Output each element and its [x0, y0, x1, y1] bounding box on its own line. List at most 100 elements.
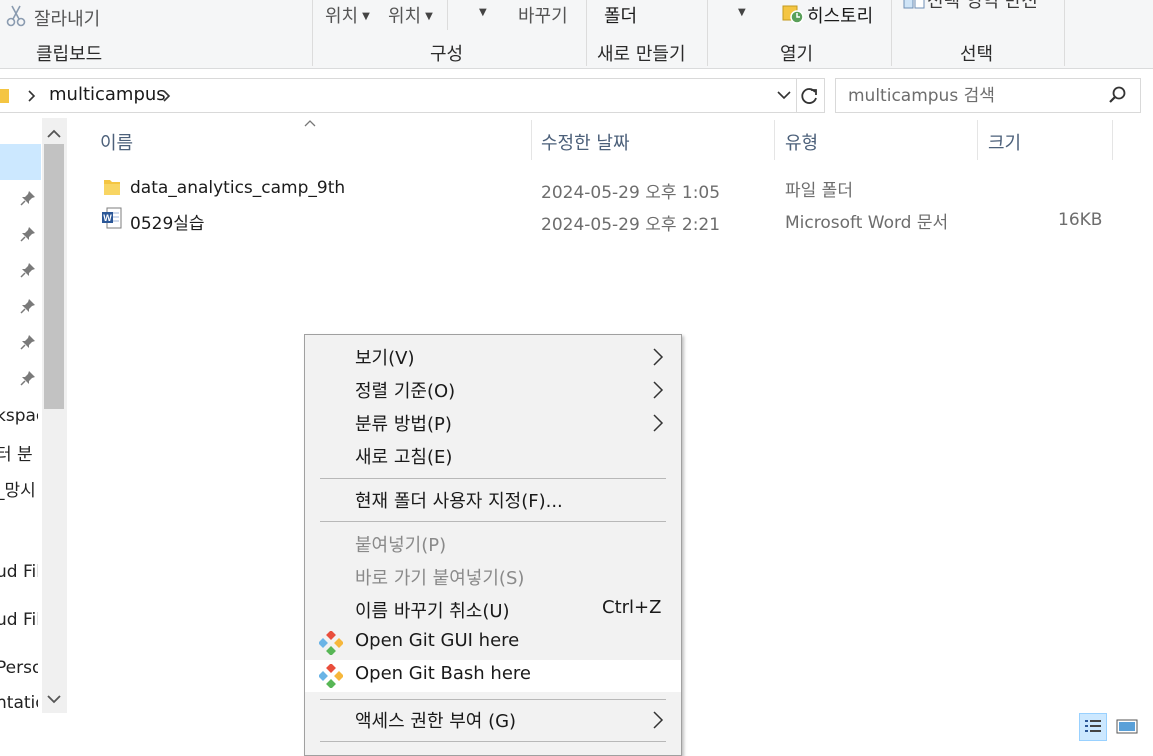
column-header-size[interactable]: 크기: [988, 129, 1021, 155]
menu-item-undo-rename[interactable]: 이름 바꾸기 취소(U) Ctrl+Z: [305, 594, 681, 626]
file-type: Microsoft Word 문서: [785, 213, 949, 233]
nav-item[interactable]: _망시: [0, 476, 38, 501]
table-row[interactable]: W 0529실습 2024-05-29 오후 2:21 Microsoft Wo…: [95, 205, 1115, 235]
caret-down-icon: ▼: [479, 7, 487, 18]
menu-item-label: 분류 방법(P): [355, 414, 452, 435]
group-open-label: 열기: [780, 44, 814, 65]
ribbon-divider: [312, 0, 313, 66]
search-input[interactable]: [846, 83, 1105, 109]
menu-separator: [320, 699, 666, 700]
pin-icon[interactable]: [20, 334, 36, 350]
group-organize-label: 구성: [430, 44, 464, 65]
column-header-name[interactable]: 이름: [100, 129, 133, 155]
file-type: 파일 폴더: [785, 181, 853, 201]
delete-dropdown[interactable]: ▼: [475, 2, 487, 23]
ribbon-divider: [586, 0, 587, 66]
history-icon[interactable]: [782, 2, 804, 24]
scroll-up-icon[interactable]: [46, 128, 62, 140]
scroll-down-icon[interactable]: [46, 693, 62, 705]
nav-selected-item[interactable]: [0, 144, 41, 180]
menu-item-group-by[interactable]: 분류 방법(P): [305, 407, 681, 439]
column-divider[interactable]: [774, 120, 775, 160]
menu-item-paste-shortcut[interactable]: 바로 가기 붙여넣기(S): [305, 561, 681, 593]
pin-icon[interactable]: [20, 226, 36, 242]
scissors-icon[interactable]: [6, 4, 26, 28]
chevron-right-icon: [653, 381, 664, 399]
caret-down-icon: ▼: [425, 11, 433, 22]
open-dropdown[interactable]: ▼: [734, 2, 746, 23]
pin-icon[interactable]: [20, 370, 36, 386]
copy-to-button[interactable]: 위치 ▼: [388, 2, 433, 28]
refresh-icon[interactable]: [800, 86, 820, 106]
menu-item-paste[interactable]: 붙여넣기(P): [305, 528, 681, 560]
chevron-right-icon: [653, 348, 664, 366]
move-to-button[interactable]: 위치 ▼: [325, 2, 370, 28]
menu-item-refresh[interactable]: 새로 고침(E): [305, 440, 681, 472]
new-folder-button[interactable]: 폴더: [604, 2, 637, 28]
menu-item-sort[interactable]: 정렬 기준(O): [305, 374, 681, 406]
nav-item[interactable]: Person: [0, 658, 38, 678]
menu-item-label: 보기(V): [355, 348, 415, 369]
navigation-pane: kspac 터 분 _망시 ud File ud File Person nta…: [0, 118, 67, 713]
address-bar[interactable]: multicampus: [0, 78, 825, 113]
chevron-right-icon[interactable]: [162, 89, 172, 103]
address-divider: [796, 79, 797, 112]
search-icon[interactable]: [1108, 85, 1128, 105]
ribbon-divider: [891, 0, 892, 66]
file-modified: 2024-05-29 오후 2:21: [541, 215, 721, 235]
file-modified: 2024-05-29 오후 1:05: [541, 183, 721, 203]
svg-text:W: W: [103, 213, 112, 223]
nav-item[interactable]: ud File: [0, 562, 38, 582]
chevron-down-icon[interactable]: [776, 88, 792, 102]
git-gui-icon: [319, 631, 343, 655]
menu-separator: [320, 521, 666, 522]
pin-icon[interactable]: [20, 298, 36, 314]
history-button[interactable]: 히스토리: [807, 2, 873, 28]
column-divider[interactable]: [1112, 120, 1113, 160]
copy-to-label: 위치: [388, 6, 422, 27]
large-icons-view-icon: [1116, 719, 1138, 734]
menu-item-git-bash[interactable]: Open Git Bash here: [305, 660, 681, 692]
menu-item-label: 이름 바꾸기 취소(U): [355, 601, 510, 622]
ribbon: 잘라내기 클립보드 위치 ▼ 위치 ▼ ▼ 바꾸기 구성 폴더 새로 만들기 ▼ 히…: [0, 0, 1153, 69]
pin-icon[interactable]: [20, 190, 36, 206]
nav-item[interactable]: ud File: [0, 610, 38, 630]
menu-item-label: Open Git GUI here: [355, 630, 520, 651]
details-view-icon: [1085, 720, 1101, 732]
large-icons-view-button[interactable]: [1114, 713, 1142, 741]
word-document-icon: W: [102, 207, 122, 229]
file-name: data_analytics_camp_9th: [130, 178, 346, 198]
column-header-type[interactable]: 유형: [785, 129, 818, 155]
menu-item-label: 바로 가기 붙여넣기(S): [355, 568, 525, 589]
column-divider[interactable]: [977, 120, 978, 160]
invert-selection-button[interactable]: 선택 영역 반전: [927, 0, 1057, 10]
cut-button[interactable]: 잘라내기: [34, 5, 100, 31]
menu-item-label: Open Git Bash here: [355, 663, 531, 684]
pin-icon[interactable]: [20, 262, 36, 278]
folder-icon: [104, 180, 120, 195]
column-divider[interactable]: [531, 120, 532, 160]
nav-scrollbar-thumb[interactable]: [44, 144, 64, 409]
chevron-right-icon[interactable]: [27, 89, 37, 103]
menu-item-view[interactable]: 보기(V): [305, 341, 681, 373]
menu-item-git-gui[interactable]: Open Git GUI here: [305, 627, 681, 659]
sort-ascending-icon: [304, 120, 316, 127]
menu-item-label: 정렬 기준(O): [355, 381, 456, 402]
nav-item[interactable]: kspac: [0, 406, 38, 426]
ribbon-divider: [447, 0, 448, 30]
nav-item[interactable]: 터 분: [0, 440, 38, 465]
breadcrumb-multicampus[interactable]: multicampus: [49, 84, 166, 105]
details-view-button[interactable]: [1079, 713, 1107, 741]
move-to-label: 위치: [325, 6, 359, 27]
menu-item-give-access[interactable]: 액세스 권한 부여 (G): [305, 704, 681, 736]
table-row[interactable]: data_analytics_camp_9th 2024-05-29 오후 1:…: [95, 173, 1115, 203]
column-header-modified[interactable]: 수정한 날짜: [541, 129, 630, 155]
menu-item-customize-folder[interactable]: 현재 폴더 사용자 지정(F)...: [305, 484, 681, 516]
group-new-label: 새로 만들기: [597, 44, 686, 65]
search-box[interactable]: [835, 78, 1141, 113]
nav-item[interactable]: ntatio: [0, 693, 38, 713]
chevron-right-icon: [653, 414, 664, 432]
menu-item-label: 현재 폴더 사용자 지정(F)...: [355, 491, 563, 512]
menu-separator: [320, 478, 666, 479]
rename-button[interactable]: 바꾸기: [518, 2, 568, 28]
